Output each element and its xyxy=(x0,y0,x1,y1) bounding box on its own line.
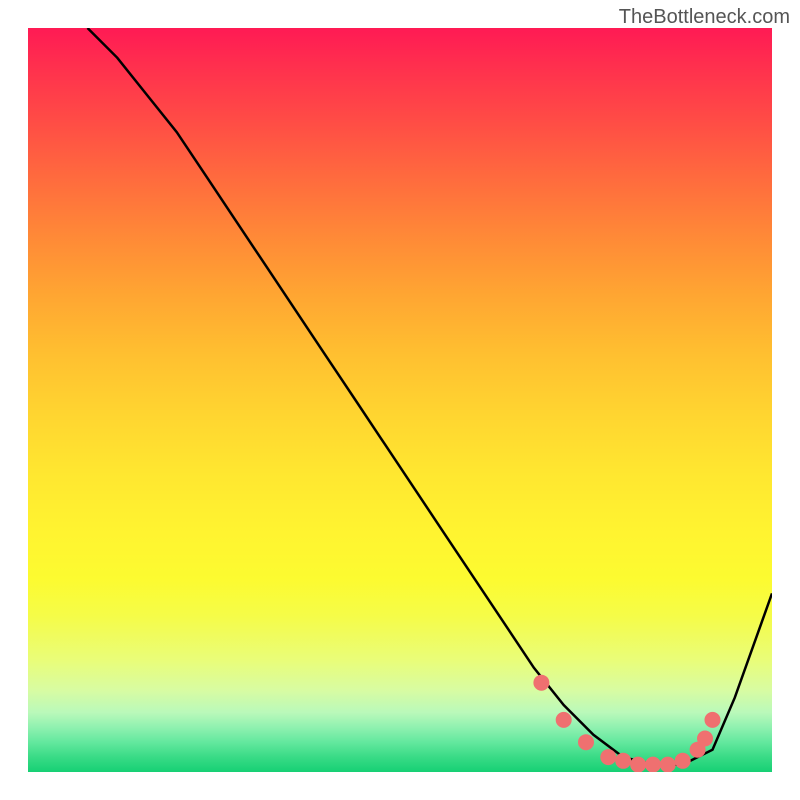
chart-overlay xyxy=(28,28,772,772)
data-marker xyxy=(660,757,676,772)
data-marker xyxy=(533,675,549,691)
data-marker xyxy=(645,757,661,772)
data-marker xyxy=(556,712,572,728)
data-marker xyxy=(630,757,646,772)
curve-line xyxy=(88,28,773,765)
marker-group xyxy=(533,675,720,772)
chart-container: TheBottleneck.com xyxy=(0,0,800,800)
data-marker xyxy=(578,734,594,750)
data-marker xyxy=(675,753,691,769)
data-marker xyxy=(600,749,616,765)
data-marker xyxy=(705,712,721,728)
data-marker xyxy=(615,753,631,769)
watermark-text: TheBottleneck.com xyxy=(619,6,790,29)
data-marker xyxy=(697,731,713,747)
